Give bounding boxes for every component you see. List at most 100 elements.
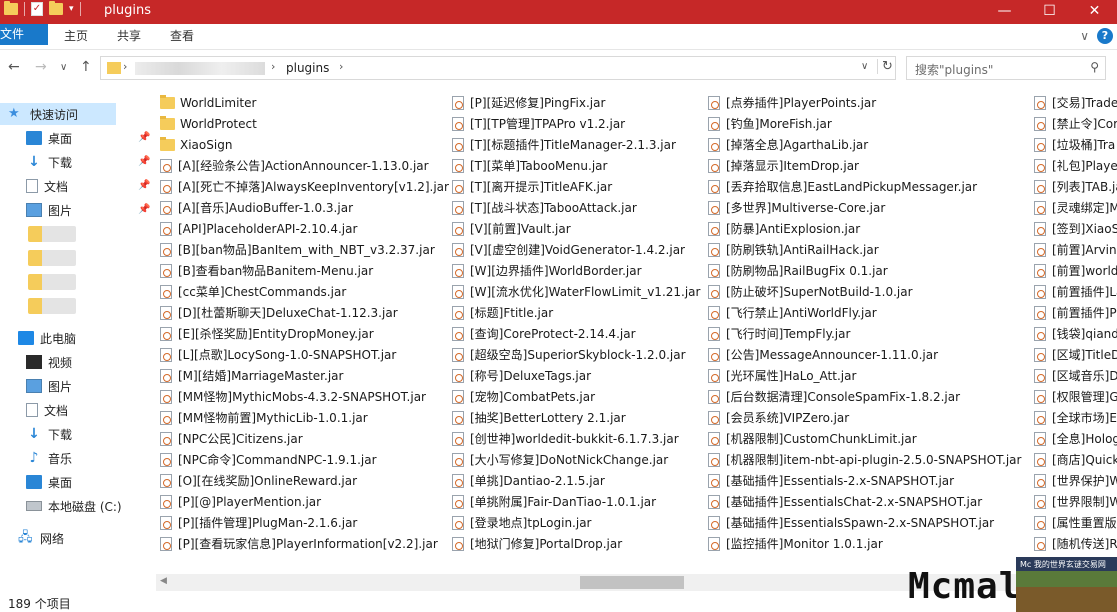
file-item[interactable]: [NPC公民]Citizens.jar [160,428,449,449]
file-item[interactable]: [飞行禁止]AntiWorldFly.jar [708,302,1021,323]
file-item[interactable]: [P][延迟修复]PingFix.jar [452,92,700,113]
file-item[interactable]: [点券插件]PlayerPoints.jar [708,92,1021,113]
nav-item-downloads[interactable]: ↓ 下载 [26,151,72,173]
file-item[interactable]: [属性重置版 [1034,512,1117,533]
folder-item[interactable]: WorldLimiter [160,92,449,113]
pin-icon[interactable]: 📌 [138,132,150,143]
nav-quick-access[interactable]: ★ 快速访问 [0,103,116,125]
file-item[interactable]: [前置插件]La [1034,281,1117,302]
file-item[interactable]: [P][查看玩家信息]PlayerInformation[v2.2].jar [160,533,449,554]
file-item[interactable]: [D][杜蕾斯聊天]DeluxeChat-1.12.3.jar [160,302,449,323]
file-item[interactable]: [B][ban物品]BanItem_with_NBT_v3.2.37.jar [160,239,449,260]
file-item[interactable]: [L][点歌]LocySong-1.0-SNAPSHOT.jar [160,344,449,365]
nav-item-documents[interactable]: 文档 [26,175,68,197]
folder-item[interactable]: XiaoSign [160,134,449,155]
search-input[interactable]: 搜索"plugins" ⚲ [906,56,1106,80]
file-item[interactable]: [公告]MessageAnnouncer-1.11.0.jar [708,344,1021,365]
file-item[interactable]: [单挑附属]Fair-DanTiao-1.0.1.jar [452,491,700,512]
tab-share[interactable]: 共享 [105,24,153,49]
file-item[interactable]: [W][流水优化]WaterFlowLimit_v1.21.jar [452,281,700,302]
file-item[interactable]: [礼包]Player [1034,155,1117,176]
file-item[interactable]: [创世神]worldedit-bukkit-6.1.7.3.jar [452,428,700,449]
nav-item-pc-desktop[interactable]: 桌面 [26,471,72,493]
file-item[interactable]: [T][菜单]TabooMenu.jar [452,155,700,176]
up-arrow-icon[interactable]: ↑ [80,59,92,75]
file-item[interactable]: [NPC命令]CommandNPC-1.9.1.jar [160,449,449,470]
file-item[interactable]: [防刷铁轨]AntiRailHack.jar [708,239,1021,260]
file-item[interactable]: [T][离开提示]TitleAFK.jar [452,176,700,197]
file-item[interactable]: [钓鱼]MoreFish.jar [708,113,1021,134]
file-item[interactable]: [丢弃拾取信息]EastLandPickupMessager.jar [708,176,1021,197]
file-item[interactable]: [全息]Holog [1034,428,1117,449]
tab-file[interactable]: 文件 [0,24,48,45]
file-item[interactable]: [全球市场]E [1034,407,1117,428]
file-item[interactable]: [前置插件]P [1034,302,1117,323]
file-item[interactable]: [抽奖]BetterLottery 2.1.jar [452,407,700,428]
properties-icon[interactable]: ✓ [31,2,43,16]
file-item[interactable]: [T][TP管理]TPAPro v1.2.jar [452,113,700,134]
scroll-left-icon[interactable]: ◀ [160,576,167,586]
file-item[interactable]: [E][杀怪奖励]EntityDropMoney.jar [160,323,449,344]
chevron-right-icon[interactable]: › [123,60,127,73]
file-item[interactable]: [基础插件]EssentialsChat-2.x-SNAPSHOT.jar [708,491,1021,512]
file-item[interactable]: [称号]DeluxeTags.jar [452,365,700,386]
file-item[interactable]: [地狱门修复]PortalDrop.jar [452,533,700,554]
blurred-folder[interactable] [28,226,76,242]
file-item[interactable]: [A][死亡不掉落]AlwaysKeepInventory[v1.2].jar [160,176,449,197]
nav-item-pc-pictures[interactable]: 图片 [26,375,72,397]
file-item[interactable]: [宠物]CombatPets.jar [452,386,700,407]
file-item[interactable]: [大小写修复]DoNotNickChange.jar [452,449,700,470]
file-item[interactable]: [光环属性]HaLo_Att.jar [708,365,1021,386]
file-item[interactable]: [掉落全息]AgarthaLib.jar [708,134,1021,155]
back-arrow-icon[interactable]: ← [8,59,20,75]
nav-item-pictures[interactable]: 图片 [26,199,72,221]
file-item[interactable]: [A][音乐]AudioBuffer-1.0.3.jar [160,197,449,218]
file-item[interactable]: [API]PlaceholderAPI-2.10.4.jar [160,218,449,239]
nav-item-pc-documents[interactable]: 文档 [26,399,68,421]
help-icon[interactable]: ? [1097,28,1113,44]
nav-item-desktop[interactable]: 桌面 [26,127,72,149]
file-item[interactable]: [MM怪物前置]MythicLib-1.0.1.jar [160,407,449,428]
chevron-right-icon[interactable]: › [339,60,343,73]
file-item[interactable]: [垃圾桶]Tra [1034,134,1117,155]
file-item[interactable]: [登录地点]tpLogin.jar [452,512,700,533]
file-item[interactable]: [权限管理]G [1034,386,1117,407]
file-item[interactable]: [防止破坏]SuperNotBuild-1.0.jar [708,281,1021,302]
file-item[interactable]: [区域音乐]D [1034,365,1117,386]
forward-arrow-icon[interactable]: → [35,59,47,75]
file-item[interactable]: [T][标题插件]TitleManager-2.1.3.jar [452,134,700,155]
file-item[interactable]: [T][战斗状态]TabooAttack.jar [452,197,700,218]
file-item[interactable]: [基础插件]EssentialsSpawn-2.x-SNAPSHOT.jar [708,512,1021,533]
file-item[interactable]: [世界保护]W [1034,470,1117,491]
chevron-down-icon[interactable]: ∨ [1080,29,1089,43]
blurred-folder[interactable] [28,298,76,314]
file-item[interactable]: [超级空岛]SuperiorSkyblock-1.2.0.jar [452,344,700,365]
file-item[interactable]: [监控插件]Monitor 1.0.1.jar [708,533,1021,554]
file-item[interactable]: [W][边界插件]WorldBorder.jar [452,260,700,281]
pin-icon[interactable]: 📌 [138,204,150,215]
blurred-folder[interactable] [28,274,76,290]
address-bar[interactable]: › › plugins › ∨ ↻ [100,56,896,80]
file-item[interactable]: [后台数据清理]ConsoleSpamFix-1.8.2.jar [708,386,1021,407]
folder-item[interactable]: WorldProtect [160,113,449,134]
nav-item-music[interactable]: ♪ 音乐 [26,447,72,469]
file-item[interactable]: [飞行时间]TempFly.jar [708,323,1021,344]
refresh-icon[interactable]: ↻ [877,59,893,74]
recent-locations-icon[interactable]: ∨ [60,62,67,73]
file-item[interactable]: [列表]TAB.ja [1034,176,1117,197]
chevron-right-icon[interactable]: › [271,60,275,73]
file-item[interactable]: [查询]CoreProtect-2.14.4.jar [452,323,700,344]
file-item[interactable]: [B]查看ban物品Banitem-Menu.jar [160,260,449,281]
breadcrumb-plugins[interactable]: plugins [286,61,329,75]
file-item[interactable]: [会员系统]VIPZero.jar [708,407,1021,428]
blurred-folder[interactable] [28,250,76,266]
nav-this-pc[interactable]: 此电脑 [18,327,76,349]
file-item[interactable]: [交易]Trade [1034,92,1117,113]
file-item[interactable]: [防刷物品]RailBugFix 0.1.jar [708,260,1021,281]
file-item[interactable]: [前置]world [1034,260,1117,281]
nav-item-videos[interactable]: 视频 [26,351,72,373]
file-item[interactable]: [基础插件]Essentials-2.x-SNAPSHOT.jar [708,470,1021,491]
customize-toolbar-icon[interactable]: ▾ [69,4,74,14]
file-item[interactable]: [cc菜单]ChestCommands.jar [160,281,449,302]
file-item[interactable]: [P][插件管理]PlugMan-2.1.6.jar [160,512,449,533]
